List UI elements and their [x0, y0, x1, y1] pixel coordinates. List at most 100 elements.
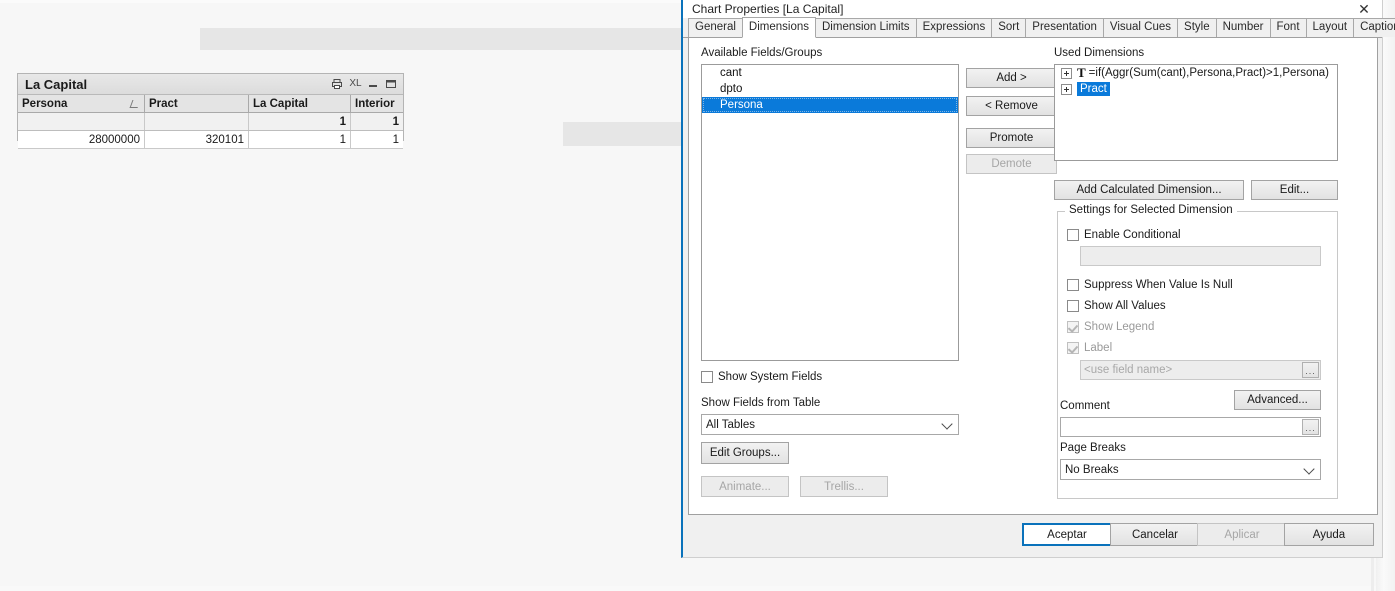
- page-breaks-value: No Breaks: [1065, 463, 1119, 476]
- used-dimension-expression[interactable]: T =if(Aggr(Sum(cant),Persona,Pract)>1,Pe…: [1055, 65, 1337, 81]
- checkbox-label: Show Legend: [1084, 321, 1155, 333]
- column-header-interior[interactable]: Interior: [350, 95, 403, 113]
- checkbox-box: [701, 371, 713, 383]
- table-header-row: Persona Pract La Capital Interior: [18, 95, 403, 113]
- page-breaks-select[interactable]: No Breaks: [1060, 459, 1321, 480]
- apply-button: Aplicar: [1197, 523, 1287, 546]
- cancel-button[interactable]: Cancelar: [1110, 523, 1200, 546]
- add-calculated-dimension-button[interactable]: Add Calculated Dimension...: [1054, 180, 1244, 200]
- used-dimension-label: =if(Aggr(Sum(cant),Persona,Pract)>1,Pers…: [1088, 67, 1329, 79]
- checkbox-box: [1067, 229, 1079, 241]
- tab-font[interactable]: Font: [1269, 18, 1307, 37]
- dialog-tab-strip: General Dimensions Dimension Limits Expr…: [683, 17, 1395, 38]
- label-browse-button[interactable]: ...: [1302, 362, 1319, 378]
- page-breaks-label: Page Breaks: [1060, 442, 1126, 454]
- field-item-dpto[interactable]: dpto: [702, 81, 958, 97]
- remove-button[interactable]: < Remove: [966, 96, 1057, 116]
- checkbox-label: Label: [1084, 342, 1113, 354]
- field-item-persona[interactable]: Persona: [702, 97, 958, 113]
- trellis-button: Trellis...: [800, 476, 888, 497]
- checkbox-box: [1067, 279, 1079, 291]
- available-fields-listbox[interactable]: cant dpto Persona: [701, 64, 959, 361]
- total-cell-la-capital: 1: [248, 112, 351, 131]
- chevron-down-icon: [1303, 462, 1315, 475]
- show-system-fields-checkbox[interactable]: Show System Fields: [701, 371, 822, 383]
- tab-sort[interactable]: Sort: [991, 18, 1027, 37]
- object-title: La Capital: [25, 76, 88, 92]
- conditional-expression-input: [1080, 246, 1321, 266]
- excel-export-icon[interactable]: XL: [348, 77, 363, 91]
- checkbox-label: Enable Conditional: [1084, 229, 1181, 241]
- tab-style[interactable]: Style: [1177, 18, 1217, 37]
- advanced-button[interactable]: Advanced...: [1234, 390, 1321, 410]
- tab-visual-cues[interactable]: Visual Cues: [1102, 18, 1179, 37]
- used-dimensions-listbox[interactable]: T =if(Aggr(Sum(cant),Persona,Pract)>1,Pe…: [1054, 64, 1338, 161]
- dialog-footer: Aceptar Cancelar Aplicar Ayuda: [683, 515, 1382, 557]
- tab-expressions[interactable]: Expressions: [915, 18, 993, 37]
- dialog-title: Chart Properties [La Capital]: [692, 2, 844, 16]
- settings-group-title: Settings for Selected Dimension: [1065, 204, 1237, 216]
- desktop-bottom-edge: [0, 586, 1395, 591]
- add-button[interactable]: Add >: [966, 68, 1057, 88]
- show-fields-from-table-select[interactable]: All Tables: [701, 414, 959, 435]
- checkbox-label: Suppress When Value Is Null: [1084, 279, 1233, 291]
- table-total-row[interactable]: 1 1: [18, 112, 403, 131]
- expand-icon[interactable]: [1061, 83, 1072, 95]
- tab-caption[interactable]: Caption: [1353, 18, 1395, 37]
- tab-dimension-limits[interactable]: Dimension Limits: [815, 18, 917, 37]
- chart-properties-dialog: Chart Properties [La Capital] ✕ General …: [681, 0, 1395, 558]
- column-header-la-capital[interactable]: La Capital: [248, 95, 351, 113]
- column-header-persona[interactable]: Persona: [18, 95, 145, 113]
- cell-interior[interactable]: 1: [350, 130, 403, 149]
- dimension-label-input: <use field name> ...: [1080, 360, 1321, 380]
- data-table[interactable]: Persona Pract La Capital Interior 1 1 28…: [18, 95, 403, 149]
- background-band-top: [200, 28, 690, 50]
- total-cell-interior: 1: [350, 112, 403, 131]
- comment-browse-button[interactable]: ...: [1302, 419, 1319, 435]
- table-row[interactable]: 28000000 320101 1 1: [18, 130, 403, 149]
- label-checkbox: Label: [1067, 342, 1112, 354]
- enable-conditional-checkbox[interactable]: Enable Conditional: [1067, 229, 1181, 241]
- comment-input[interactable]: ...: [1060, 417, 1321, 437]
- checkbox-box: [1067, 342, 1079, 354]
- maximize-icon[interactable]: [384, 77, 399, 91]
- show-fields-from-table-label: Show Fields from Table: [701, 397, 821, 409]
- promote-button[interactable]: Promote: [966, 128, 1057, 148]
- demote-button: Demote: [966, 154, 1057, 174]
- dimension-label-placeholder: <use field name>: [1084, 364, 1173, 376]
- expand-icon[interactable]: [1061, 67, 1072, 79]
- field-item-cant[interactable]: cant: [702, 65, 958, 81]
- dialog-titlebar[interactable]: Chart Properties [La Capital] ✕: [683, 0, 1382, 18]
- used-dimension-pract[interactable]: Pract: [1055, 81, 1337, 97]
- object-caption-bar: La Capital XL: [18, 74, 403, 95]
- column-header-pract[interactable]: Pract: [144, 95, 249, 113]
- text-dimension-icon: T: [1077, 65, 1086, 80]
- suppress-when-value-is-null-checkbox[interactable]: Suppress When Value Is Null: [1067, 279, 1233, 291]
- checkbox-box: [1067, 321, 1079, 333]
- show-legend-checkbox: Show Legend: [1067, 321, 1154, 333]
- help-button[interactable]: Ayuda: [1284, 523, 1374, 546]
- checkbox-label: Show System Fields: [718, 371, 823, 383]
- edit-dimension-button[interactable]: Edit...: [1251, 180, 1338, 200]
- tab-dimensions[interactable]: Dimensions: [741, 17, 816, 38]
- cell-pract[interactable]: 320101: [144, 130, 249, 149]
- show-all-values-checkbox[interactable]: Show All Values: [1067, 300, 1166, 312]
- used-dimension-label: Pract: [1077, 82, 1110, 96]
- minimize-icon[interactable]: [366, 77, 381, 91]
- checkbox-box: [1067, 300, 1079, 312]
- tab-general[interactable]: General: [688, 18, 743, 37]
- tab-number[interactable]: Number: [1215, 18, 1271, 37]
- show-fields-from-table-value: All Tables: [706, 418, 756, 431]
- total-cell-pract: [144, 112, 249, 131]
- used-dimensions-label: Used Dimensions: [1054, 47, 1145, 59]
- edit-groups-button[interactable]: Edit Groups...: [701, 442, 789, 464]
- accept-button[interactable]: Aceptar: [1022, 523, 1112, 546]
- cell-la-capital[interactable]: 1: [248, 130, 351, 149]
- tab-presentation[interactable]: Presentation: [1025, 18, 1104, 37]
- chart-object-la-capital[interactable]: La Capital XL Persona Pract La Capital I…: [17, 73, 404, 149]
- tab-layout[interactable]: Layout: [1305, 18, 1355, 37]
- print-icon[interactable]: [330, 77, 345, 91]
- close-icon[interactable]: ✕: [1350, 0, 1378, 19]
- chevron-down-icon: [941, 417, 953, 430]
- cell-persona[interactable]: 28000000: [18, 130, 145, 149]
